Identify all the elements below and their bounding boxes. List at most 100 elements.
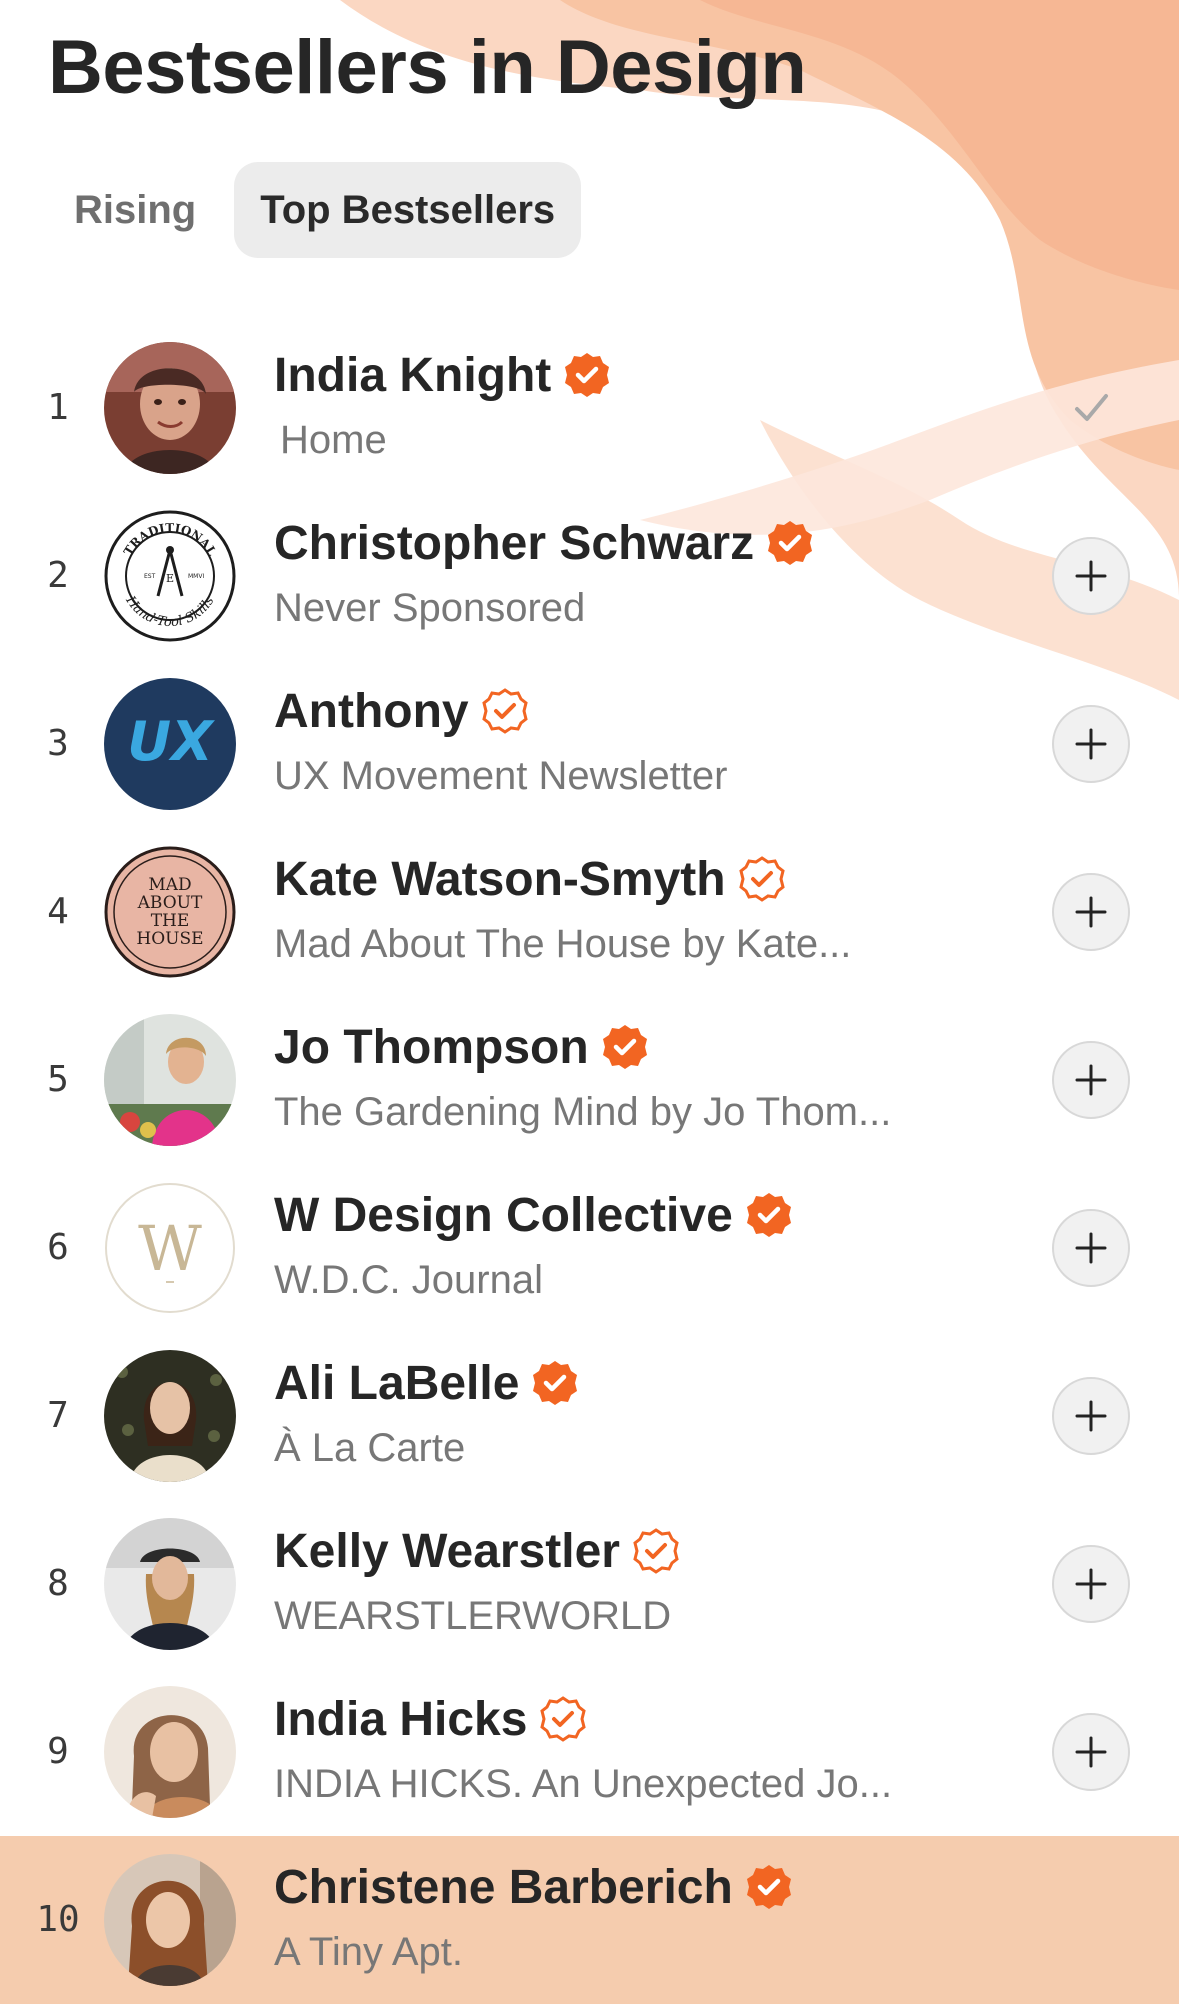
publication-name: Ali LaBelle <box>274 1356 520 1410</box>
plus-icon <box>1075 1736 1107 1768</box>
rank-number: 2 <box>47 555 69 596</box>
verified-outline-icon <box>633 1528 679 1574</box>
plus-icon <box>1075 1064 1107 1096</box>
bestsellers-page: Bestsellers in Design Rising Top Bestsel… <box>0 0 1179 2004</box>
list-item[interactable]: 6 W W Design Collective W.D.C. Journal <box>0 1164 1179 1332</box>
list-item[interactable]: 9 India Hicks INDIA HICKS. An Unexpected… <box>0 1668 1179 1836</box>
tab-bar: Rising Top Bestsellers <box>48 162 582 258</box>
plus-icon <box>1075 560 1107 592</box>
publication-subtitle: W.D.C. Journal <box>274 1258 543 1302</box>
publication-subtitle: Mad About The House by Kate... <box>274 922 852 966</box>
avatar <box>104 1518 236 1650</box>
subscribed-indicator[interactable] <box>1052 369 1130 447</box>
rank-number: 6 <box>47 1227 69 1268</box>
publication-name: Anthony <box>274 684 469 738</box>
subscribe-button[interactable] <box>1052 1041 1130 1119</box>
rank-number: 3 <box>47 723 69 764</box>
publication-subtitle: Home <box>280 418 387 462</box>
list-item[interactable]: 2 TRADITIONAL Hand-Tool Skills EST MMVI … <box>0 492 1179 660</box>
page-title: Bestsellers in Design <box>48 25 807 110</box>
rank-number: 8 <box>47 1563 69 1604</box>
svg-text:MAD: MAD <box>148 875 191 895</box>
name-line: India Hicks <box>274 1688 587 1750</box>
svg-text:UX: UX <box>127 710 215 773</box>
rank-number: 9 <box>47 1731 69 1772</box>
publication-subtitle: Never Sponsored <box>274 586 586 630</box>
avatar <box>104 1014 236 1146</box>
svg-text:HOUSE: HOUSE <box>136 929 203 949</box>
publication-name: India Knight <box>274 348 552 402</box>
svg-text:THE: THE <box>151 911 190 931</box>
bestseller-list: 1 India Knight Home 2 TRADITIONAL Hand-T… <box>0 324 1179 2004</box>
name-line: Kelly Wearstler <box>274 1520 680 1582</box>
publication-name: Christene Barberich <box>274 1860 733 1914</box>
verified-outline-icon <box>481 688 528 734</box>
publication-name: W Design Collective <box>274 1188 733 1242</box>
name-line: India Knight <box>274 344 611 406</box>
subscribe-button[interactable] <box>1052 1377 1130 1455</box>
verified-filled-icon <box>746 1865 791 1909</box>
list-item-highlighted[interactable]: 10 Christene Barberich A Tiny Apt. <box>0 1836 1179 2004</box>
svg-text:ABOUT: ABOUT <box>137 893 203 913</box>
verified-filled-icon <box>768 521 813 565</box>
name-line: Christene Barberich <box>274 1856 793 1918</box>
list-item[interactable]: 8 Kelly Wearstler WEARSTLERWORLD <box>0 1500 1179 1668</box>
name-line: Ali LaBelle <box>274 1352 579 1414</box>
verified-outline-icon <box>738 856 785 902</box>
list-item[interactable]: 5 Jo Thompson The Gardening Mind by Jo T… <box>0 996 1179 1164</box>
publication-subtitle: INDIA HICKS. An Unexpected Jo... <box>274 1762 893 1806</box>
subscribe-button[interactable] <box>1052 873 1130 951</box>
list-item[interactable]: 7 Ali LaBelle À La Carte <box>0 1332 1179 1500</box>
list-item[interactable]: 3 UX Anthony UX Movement Newsletter <box>0 660 1179 828</box>
avatar: TRADITIONAL Hand-Tool Skills EST MMVI E <box>104 510 236 642</box>
name-line: Jo Thompson <box>274 1016 649 1078</box>
tab-rising[interactable]: Rising <box>48 162 222 258</box>
verified-outline-icon <box>540 1696 587 1742</box>
avatar <box>104 1854 236 1986</box>
plus-icon <box>1075 728 1107 760</box>
verified-filled-icon <box>533 1361 578 1405</box>
publication-subtitle: The Gardening Mind by Jo Thom... <box>274 1090 892 1134</box>
publication-subtitle: A Tiny Apt. <box>274 1930 464 1974</box>
list-item[interactable]: 1 India Knight Home <box>0 324 1179 492</box>
publication-subtitle: WEARSTLERWORLD <box>274 1594 672 1638</box>
subscribe-button[interactable] <box>1052 1209 1130 1287</box>
subscribe-button[interactable] <box>1052 1713 1130 1791</box>
rank-number: 4 <box>47 891 69 932</box>
rank-number: 5 <box>47 1059 69 1100</box>
avatar <box>104 1350 236 1482</box>
verified-filled-icon <box>602 1025 647 1069</box>
subscribe-button[interactable] <box>1052 537 1130 615</box>
tab-top-bestsellers[interactable]: Top Bestsellers <box>234 162 582 258</box>
publication-name: India Hicks <box>274 1692 528 1746</box>
avatar: MAD ABOUT THE HOUSE <box>104 846 236 978</box>
plus-icon <box>1075 1400 1107 1432</box>
rank-number: 10 <box>36 1899 80 1940</box>
verified-filled-icon <box>746 1193 791 1237</box>
rank-number: 1 <box>47 387 69 428</box>
publication-name: Christopher Schwarz <box>274 516 755 570</box>
avatar: W <box>104 1182 236 1314</box>
svg-text:EST: EST <box>144 573 156 580</box>
plus-icon <box>1075 1232 1107 1264</box>
subscribe-button[interactable] <box>1052 1545 1130 1623</box>
checkmark-icon <box>1075 394 1108 421</box>
publication-subtitle: UX Movement Newsletter <box>274 754 728 798</box>
verified-filled-icon <box>565 353 610 397</box>
avatar <box>104 342 236 474</box>
list-item[interactable]: 4 MAD ABOUT THE HOUSE Kate Watson-Smyth <box>0 828 1179 996</box>
name-line: Anthony <box>274 680 529 742</box>
name-line: W Design Collective <box>274 1184 793 1246</box>
subscribe-button[interactable] <box>1052 705 1130 783</box>
name-line: Christopher Schwarz <box>274 512 814 574</box>
publication-name: Kelly Wearstler <box>274 1524 620 1578</box>
name-line: Kate Watson-Smyth <box>274 848 786 910</box>
publication-name: Jo Thompson <box>274 1020 589 1074</box>
svg-text:W: W <box>138 1212 202 1285</box>
publication-subtitle: À La Carte <box>274 1426 466 1470</box>
plus-icon <box>1075 896 1107 928</box>
svg-text:E: E <box>166 572 174 585</box>
avatar <box>104 1686 236 1818</box>
rank-number: 7 <box>47 1395 69 1436</box>
plus-icon <box>1075 1568 1107 1600</box>
